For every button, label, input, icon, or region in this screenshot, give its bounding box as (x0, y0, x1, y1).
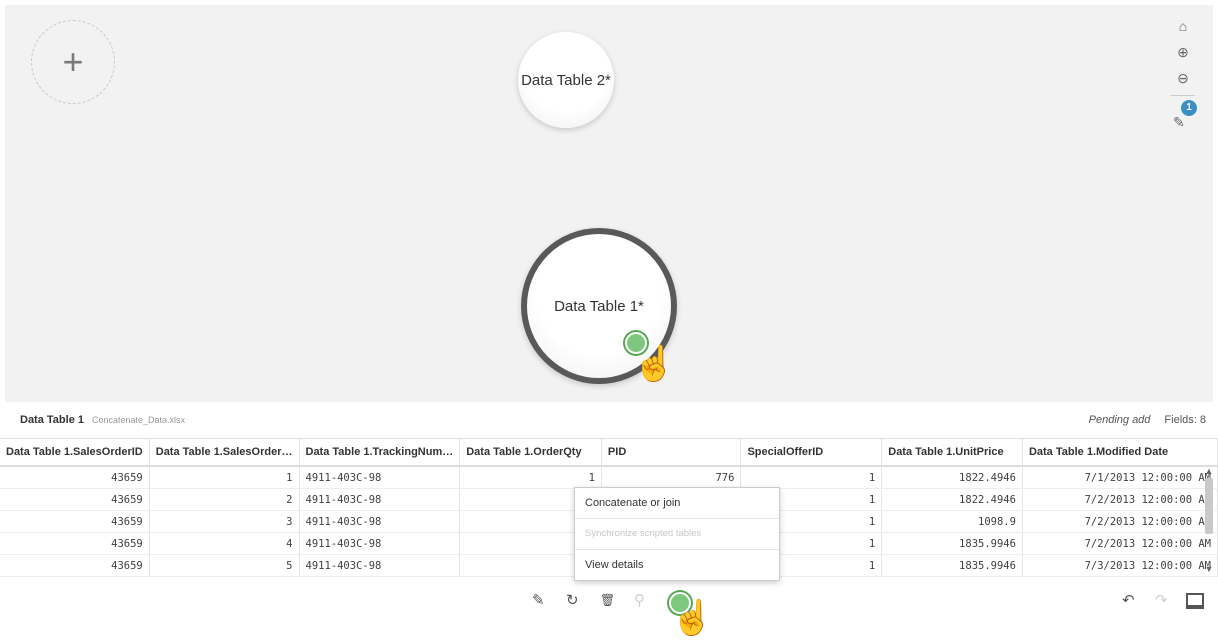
table-cell: 4911-403C-98 (299, 532, 461, 555)
edit-icon[interactable]: ✎ (532, 591, 545, 609)
toggle-preview-panel-icon[interactable] (1186, 593, 1204, 609)
table-title: Data Table 1 (20, 414, 84, 426)
table-cell: 5 (149, 554, 300, 577)
association-context-menu: Concatenate or join Synchronize scripted… (574, 487, 780, 581)
table-cell: 7/2/2013 12:00:00 AM (1022, 488, 1218, 511)
scrollbar-thumb[interactable] (1205, 478, 1213, 534)
add-data-button[interactable]: + (31, 20, 115, 104)
table-cell: 1835.9946 (881, 532, 1023, 555)
table-source-file: Concatenate_Data.xlsx (92, 415, 186, 425)
hand-pointer-icon: ☝ (633, 345, 676, 383)
table-cell: 7/2/2013 12:00:00 AM (1022, 532, 1218, 555)
delete-icon[interactable]: 🗑 (600, 593, 615, 607)
table-cell: 4911-403C-98 (299, 466, 461, 489)
menu-item-synchronize-scripted-tables: Synchronize scripted tables (575, 519, 779, 550)
table-cell: 4 (149, 532, 300, 555)
refresh-icon[interactable]: ↻ (566, 591, 579, 609)
bottom-toolbar: ✎ ↻ 🗑 ⚲ ↶ ↷ (0, 585, 1218, 615)
chevron-down-icon[interactable]: ▼ (1203, 564, 1215, 574)
table-cell: 4911-403C-98 (299, 510, 461, 533)
column-header[interactable]: Data Table 1.UnitPrice (881, 439, 1023, 467)
table-cell: 1 (740, 466, 883, 489)
table-cell: 43659 (0, 554, 150, 577)
data-table-1-label: Data Table 1* (554, 297, 644, 315)
recommendation-count-badge: 1 (1181, 100, 1197, 116)
table-cell: 7/1/2013 12:00:00 AM (1022, 466, 1218, 489)
fields-count: Fields: 8 (1164, 414, 1206, 426)
table-cell: 1822.4946 (881, 488, 1023, 511)
table-cell: 4911-403C-98 (299, 554, 461, 577)
table-cell: 1 (149, 466, 300, 489)
table-cell: 43659 (0, 532, 150, 555)
status-text: Pending add (1088, 414, 1151, 426)
menu-item-view-details[interactable]: View details (575, 550, 779, 580)
chevron-up-icon[interactable]: ▲ (1203, 466, 1215, 476)
magic-wand-icon: ✎ (1173, 114, 1185, 130)
table-scrollbar[interactable]: ▲ ▼ (1203, 466, 1215, 574)
table-cell: 1835.9946 (881, 554, 1023, 577)
recommendations-button[interactable]: ✎ 1 (1173, 100, 1197, 132)
table-cell: 43659 (0, 488, 150, 511)
zoom-out-icon[interactable]: ⊖ (1177, 69, 1189, 87)
filter-icon: ⚲ (634, 592, 645, 609)
table-cell: 7/3/2013 12:00:00 AM (1022, 554, 1218, 577)
column-header[interactable]: Data Table 1.OrderQty (459, 439, 602, 467)
redo-icon: ↷ (1155, 592, 1168, 609)
table-cell: 3 (149, 510, 300, 533)
table-cell: 7/2/2013 12:00:00 AM (1022, 510, 1218, 533)
zoom-in-icon[interactable]: ⊕ (1177, 43, 1189, 61)
table-info-bar: Data Table 1 Concatenate_Data.xlsx Pendi… (0, 405, 1218, 435)
data-table-2-label: Data Table 2* (521, 71, 611, 89)
column-header[interactable]: PID (601, 439, 742, 467)
table-cell: 43659 (0, 466, 150, 489)
divider (1171, 95, 1195, 96)
association-canvas[interactable]: + Data Table 2* Data Table 1* ⌂ ⊕ ⊖ ✎ 1 (5, 5, 1213, 402)
column-header[interactable]: Data Table 1.SalesOrder… (149, 439, 300, 467)
table-cell: 1 (459, 466, 602, 489)
home-icon[interactable]: ⌂ (1179, 17, 1187, 35)
column-header[interactable]: SpecialOfferID (740, 439, 883, 467)
table-header-row: Data Table 1.SalesOrderID Data Table 1.S… (0, 439, 1218, 467)
column-header[interactable]: Data Table 1.Modified Date (1022, 439, 1218, 467)
table-row: 43659 1 4911-403C-98 1 776 1 1822.4946 7… (0, 466, 1218, 489)
table-cell: 4911-403C-98 (299, 488, 461, 511)
table-cell: 1098.9 (881, 510, 1023, 533)
table-cell: 776 (601, 466, 742, 489)
menu-item-concatenate-or-join[interactable]: Concatenate or join (575, 488, 779, 519)
hand-pointer-icon: ☝ (671, 599, 714, 637)
column-header[interactable]: Data Table 1.TrackingNum… (299, 439, 461, 467)
canvas-tools: ⌂ ⊕ ⊖ ✎ 1 (1171, 17, 1197, 132)
table-cell: 2 (149, 488, 300, 511)
table-cell: 1822.4946 (881, 466, 1023, 489)
undo-icon[interactable]: ↶ (1122, 591, 1135, 609)
column-header[interactable]: Data Table 1.SalesOrderID (0, 439, 150, 467)
data-table-2-bubble[interactable]: Data Table 2* (518, 32, 614, 128)
table-cell: 43659 (0, 510, 150, 533)
